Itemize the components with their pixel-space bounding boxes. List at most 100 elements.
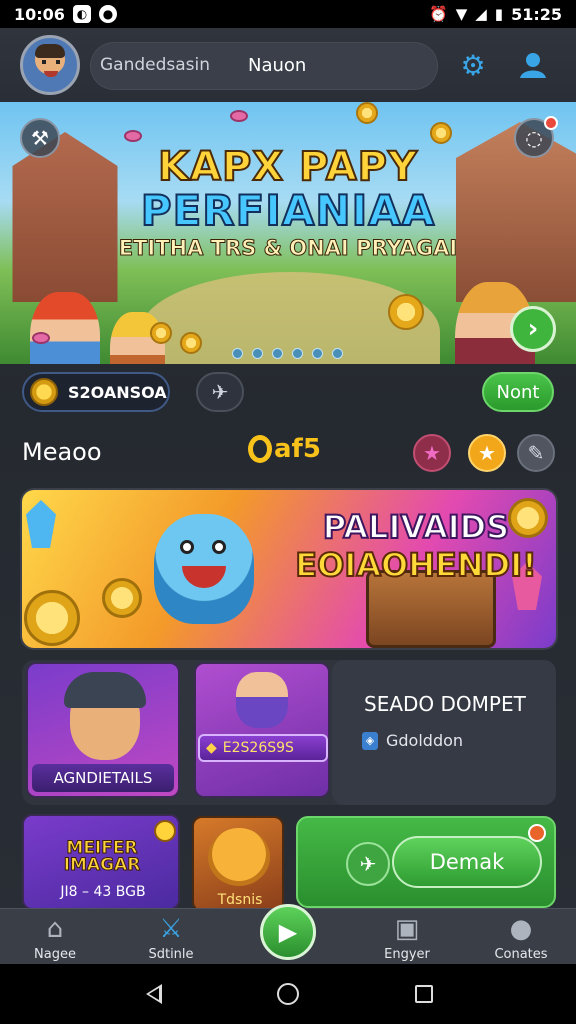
carousel-dot[interactable] bbox=[312, 348, 323, 359]
section-badge: af5 bbox=[248, 434, 321, 464]
card-coin-icon bbox=[154, 820, 176, 842]
carousel-dot[interactable] bbox=[232, 348, 243, 359]
mini-card-sub: JI8 – 43 BGB bbox=[60, 884, 146, 900]
card-hero-headset bbox=[64, 672, 146, 708]
promo-crystal bbox=[26, 500, 56, 548]
play-icon: ▶ bbox=[278, 918, 298, 946]
nav-item-battle[interactable]: ⚔ Sdtinle bbox=[116, 909, 226, 965]
hero-coin bbox=[388, 294, 424, 330]
monster-eye bbox=[212, 540, 226, 554]
hero-banner[interactable]: KAPX PAPY PERFIANIAA ETITHA TRS & ONAI P… bbox=[0, 102, 576, 364]
airplane-button[interactable]: ✈ bbox=[196, 372, 244, 412]
hero-card-label: AGNDIETAILS bbox=[32, 764, 174, 792]
battery-icon: ▮ bbox=[494, 5, 504, 23]
alarm-icon: ⏰ bbox=[429, 5, 448, 23]
nav-label: Sdtinle bbox=[148, 947, 194, 962]
recents-square bbox=[415, 985, 433, 1003]
plane-icon: ✈ bbox=[346, 842, 390, 886]
hero-game-card[interactable]: AGNDIETAILS bbox=[26, 662, 180, 798]
home-circle bbox=[277, 983, 299, 1005]
action-notification-badge bbox=[528, 824, 546, 842]
balance-value: S2OANSOA bbox=[68, 382, 167, 402]
profile-icon[interactable] bbox=[516, 48, 550, 82]
top-header: Gandedsasin Nauon ⚙ bbox=[0, 28, 576, 102]
next-button[interactable]: Nont bbox=[482, 372, 554, 412]
character-card[interactable]: Tdsnis bbox=[192, 816, 284, 912]
mid-card-tag: ◆ E2S26S9S bbox=[198, 734, 328, 762]
search-right-text: Nauon bbox=[248, 55, 307, 76]
carousel-dot[interactable] bbox=[252, 348, 263, 359]
hero-coin bbox=[430, 122, 452, 144]
carousel-dot[interactable] bbox=[292, 348, 303, 359]
info-card-line: ◈ Gdolddon bbox=[362, 731, 463, 750]
hero-gem bbox=[124, 130, 142, 142]
section-title: Meaoo bbox=[22, 438, 102, 466]
promo-coin bbox=[102, 578, 142, 618]
nav-label: Engyer bbox=[384, 947, 430, 962]
action-card[interactable]: ✈ Demak bbox=[296, 816, 556, 908]
settings-gear-icon[interactable]: ⚙ bbox=[456, 48, 490, 82]
back-icon[interactable] bbox=[142, 982, 166, 1006]
info-card-title: SEADO DOMPET bbox=[364, 692, 526, 716]
system-nav-bar bbox=[0, 964, 576, 1024]
record-notification-icon: ● bbox=[98, 5, 117, 23]
home-icon: ⌂ bbox=[46, 914, 64, 944]
section-badge-text: af5 bbox=[274, 434, 321, 464]
crossed-swords-icon: ⚔ bbox=[159, 914, 183, 944]
wifi-icon: ▼ bbox=[455, 5, 468, 23]
gold-star-button[interactable]: ★ bbox=[468, 434, 506, 472]
carousel-dot[interactable] bbox=[332, 348, 343, 359]
status-right: ⏰ ▼ ◢ ▮ 51:25 bbox=[429, 5, 562, 24]
nav-item-home[interactable]: ⌂ Nagee bbox=[0, 909, 110, 965]
profile-svg bbox=[520, 53, 546, 78]
person-icon: ● bbox=[509, 914, 533, 944]
mid-game-card[interactable]: ◆ E2S26S9S bbox=[194, 662, 330, 798]
balance-pill[interactable]: S2OANSOA bbox=[22, 372, 170, 412]
badge-ring-icon bbox=[248, 435, 272, 463]
hero-coin bbox=[356, 102, 378, 124]
card-mid-figure bbox=[236, 672, 288, 728]
status-battery: 51:25 bbox=[511, 4, 562, 24]
avatar[interactable] bbox=[20, 35, 80, 95]
nav-item-contacts[interactable]: ● Conates bbox=[466, 909, 576, 965]
mini-card-title: MEIFER IMAGAR bbox=[63, 838, 141, 875]
nav-item-energy[interactable]: ▣ Engyer bbox=[352, 909, 462, 965]
hero-title-line2: PERFIANIAA bbox=[140, 185, 436, 236]
hero-coin bbox=[150, 322, 172, 344]
recents-icon[interactable] bbox=[412, 982, 436, 1006]
pink-star-button[interactable]: ★ bbox=[413, 434, 451, 472]
mini-game-card[interactable]: MEIFER IMAGAR JI8 – 43 BGB bbox=[22, 814, 180, 910]
promo-title-line1: PALIVAIDS bbox=[322, 507, 510, 547]
hero-menu-icon[interactable]: ⚒ bbox=[20, 118, 60, 158]
hero-title-line1: KAPX PAPY bbox=[157, 143, 418, 191]
carousel-dots bbox=[232, 348, 343, 359]
search-bar[interactable]: Gandedsasin Nauon bbox=[90, 42, 438, 90]
hero-character-red-hair bbox=[30, 292, 100, 364]
nav-label: Conates bbox=[494, 947, 548, 962]
promo-coin bbox=[24, 590, 80, 646]
carousel-dot[interactable] bbox=[272, 348, 283, 359]
coin-icon bbox=[30, 378, 58, 406]
mid-card-tag-text: E2S26S9S bbox=[222, 740, 294, 756]
promo-monster bbox=[154, 514, 254, 624]
monster-mouth bbox=[182, 566, 226, 588]
shield-icon: ◈ bbox=[362, 731, 378, 750]
avatar-mouth bbox=[44, 71, 58, 77]
promo-banner[interactable]: PALIVAIDS EOIAOHENDI! bbox=[22, 490, 556, 648]
edit-icon[interactable]: ✎ bbox=[517, 434, 555, 472]
airplane-icon: ✈ bbox=[211, 380, 229, 404]
hero-gem bbox=[32, 332, 50, 344]
avatar-eyes bbox=[42, 60, 60, 64]
home-circle-icon[interactable] bbox=[276, 982, 300, 1006]
promo-title-line2: EOIAOHENDI! bbox=[294, 545, 537, 585]
play-button[interactable]: ▶ bbox=[260, 904, 316, 960]
status-bar: 10:06 ◐ ● ⏰ ▼ ◢ ▮ 51:25 bbox=[0, 0, 576, 28]
hero-next-chevron-icon[interactable]: › bbox=[510, 306, 556, 352]
info-card-line-text: Gdolddon bbox=[386, 731, 464, 750]
briefcase-icon: ▣ bbox=[394, 914, 420, 944]
character-card-label: Tdsnis bbox=[217, 892, 263, 908]
app-notification-icon: ◐ bbox=[72, 5, 91, 23]
action-button[interactable]: Demak bbox=[392, 836, 542, 888]
status-time: 10:06 bbox=[14, 4, 65, 24]
search-left-text: Gandedsasin bbox=[100, 55, 211, 75]
